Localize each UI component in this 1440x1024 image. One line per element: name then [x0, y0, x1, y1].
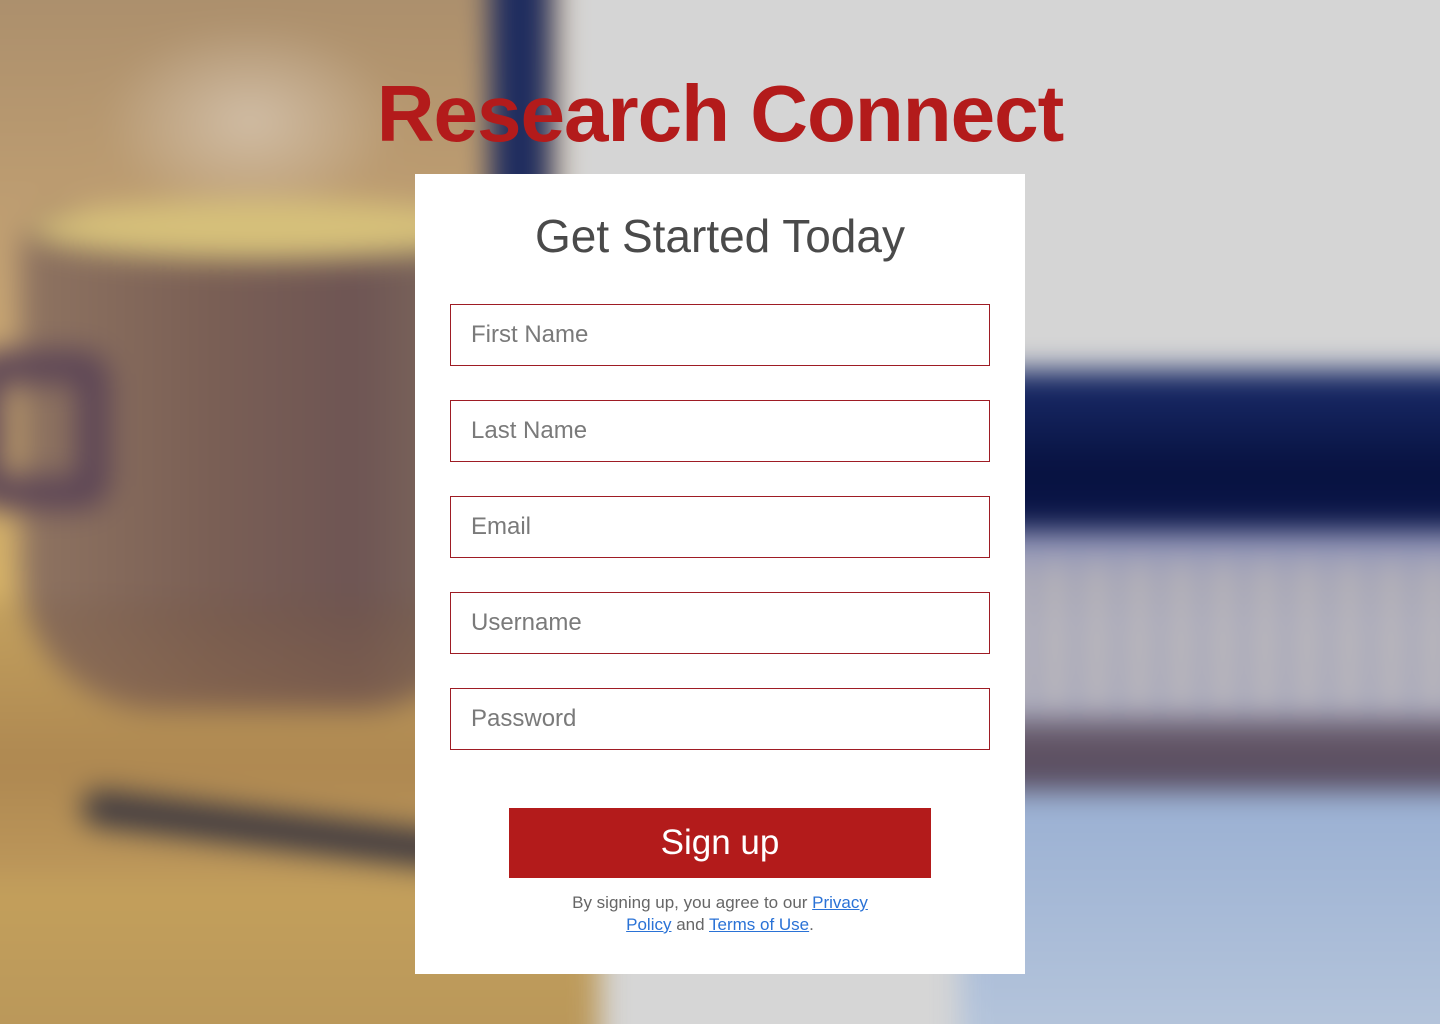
username-input[interactable] — [450, 592, 990, 654]
last-name-input[interactable] — [450, 400, 990, 462]
legal-suffix: . — [809, 915, 814, 934]
email-input[interactable] — [450, 496, 990, 558]
legal-prefix: By signing up, you agree to our — [572, 893, 813, 912]
legal-notice: By signing up, you agree to our Privacy … — [560, 892, 880, 936]
password-input[interactable] — [450, 688, 990, 750]
first-name-input[interactable] — [450, 304, 990, 366]
signup-button[interactable]: Sign up — [509, 808, 931, 878]
legal-connector: and — [671, 915, 709, 934]
form-heading: Get Started Today — [535, 210, 905, 262]
brand-title: Research Connect — [376, 69, 1064, 158]
terms-of-use-link[interactable]: Terms of Use — [709, 915, 809, 934]
